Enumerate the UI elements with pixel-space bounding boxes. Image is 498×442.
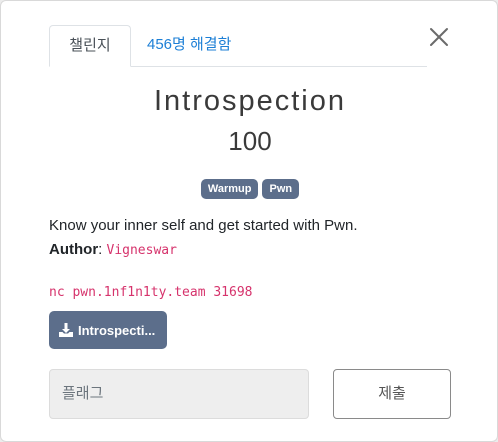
close-icon bbox=[430, 28, 448, 46]
tag-pwn: Pwn bbox=[262, 179, 300, 199]
challenge-modal: 챌린지 456명 해결함 Introspection 100 Warmup Pw… bbox=[0, 0, 498, 442]
tag-list: Warmup Pwn bbox=[1, 179, 498, 199]
author-label: Author bbox=[49, 241, 99, 258]
tab-solves[interactable]: 456명 해결함 bbox=[131, 25, 247, 67]
tab-bar: 챌린지 456명 해결함 bbox=[49, 25, 427, 67]
tab-challenge[interactable]: 챌린지 bbox=[49, 25, 131, 67]
tag-warmup: Warmup bbox=[200, 179, 259, 199]
download-icon bbox=[59, 323, 73, 337]
author-name: Vigneswar bbox=[106, 243, 177, 258]
challenge-title: Introspection bbox=[153, 85, 347, 117]
challenge-points: 100 bbox=[228, 126, 272, 156]
flag-input[interactable]: 플래그 bbox=[49, 369, 309, 419]
download-file-button[interactable]: Introspecti... bbox=[49, 311, 167, 349]
close-button[interactable] bbox=[427, 25, 451, 49]
download-file-label: Introspecti... bbox=[78, 322, 156, 338]
author-line: Author: Vigneswar bbox=[49, 241, 177, 258]
connection-string: nc pwn.1nf1n1ty.team 31698 bbox=[49, 285, 253, 300]
challenge-description: Know your inner self and get started wit… bbox=[49, 217, 358, 234]
submit-button[interactable]: 제출 bbox=[333, 369, 451, 419]
author-separator: : bbox=[98, 241, 103, 258]
